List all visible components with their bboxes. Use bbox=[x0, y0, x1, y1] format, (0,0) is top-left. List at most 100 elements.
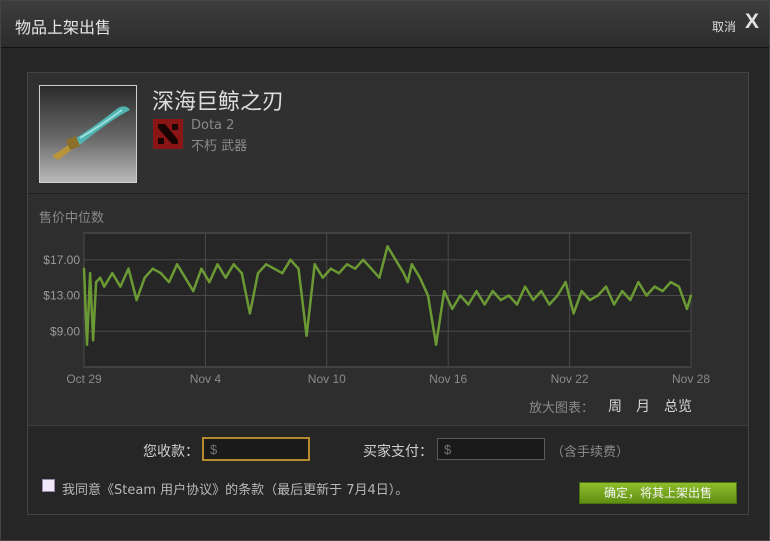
item-thumbnail bbox=[39, 85, 137, 183]
item-name: 深海巨鲸之刃 bbox=[152, 90, 285, 115]
chart-data-point bbox=[289, 258, 292, 261]
chart-x-tick-label: Nov 4 bbox=[190, 372, 222, 386]
zoom-controls: 放大图表： 周 月 总览 bbox=[28, 397, 748, 417]
chart-plot-area bbox=[83, 232, 692, 368]
chart-data-point bbox=[192, 289, 195, 293]
chart-data-point bbox=[588, 298, 592, 302]
chart-data-point bbox=[394, 258, 397, 261]
buyer-pays-label: 买家支付： bbox=[363, 444, 433, 460]
zoom-week-button[interactable]: 周 bbox=[608, 396, 622, 416]
chart-x-tick-label: Nov 16 bbox=[429, 372, 467, 386]
chart-data-point bbox=[386, 245, 389, 248]
receive-label: 您收款： bbox=[143, 444, 199, 460]
chart-data-point bbox=[88, 272, 92, 275]
chart-data-point bbox=[661, 289, 664, 293]
chart-data-point bbox=[85, 343, 89, 346]
cancel-link[interactable]: 取消 bbox=[712, 18, 736, 35]
chart-data-point bbox=[256, 272, 260, 275]
chart-data-point bbox=[475, 289, 478, 293]
chart-data-point bbox=[98, 276, 102, 279]
dota2-logo-icon bbox=[152, 118, 184, 150]
chart-data-point bbox=[135, 298, 138, 302]
chart-data-point bbox=[272, 267, 276, 270]
chart-data-point bbox=[232, 263, 235, 266]
chart-data-point bbox=[264, 263, 268, 266]
chart-data-point bbox=[499, 298, 503, 302]
chart-x-tick-label: Nov 22 bbox=[551, 372, 589, 386]
chart-data-point bbox=[362, 258, 365, 261]
chart-data-point bbox=[175, 263, 179, 266]
chart-data-point bbox=[167, 280, 171, 284]
chart-data-point bbox=[248, 312, 252, 315]
sell-item-dialog: 物品上架出售 取消 X 深海巨鲸之刃 Dota 2 不朽 武器 售价中位数 Oc… bbox=[0, 0, 770, 541]
chart-data-point bbox=[653, 285, 656, 288]
chart-data-point bbox=[540, 289, 543, 293]
chart-data-point bbox=[183, 276, 187, 279]
chart-data-point bbox=[442, 289, 446, 293]
chart-data-point bbox=[143, 276, 146, 279]
chart-data-point bbox=[418, 276, 422, 279]
chart-data-point bbox=[637, 280, 640, 284]
chart-data-point bbox=[507, 294, 511, 297]
chart-data-point bbox=[491, 289, 494, 293]
chart-data-point bbox=[580, 289, 583, 293]
chart-data-point bbox=[345, 263, 349, 266]
chart-data-point bbox=[426, 294, 430, 297]
dialog-titlebar: 物品上架出售 取消 X bbox=[1, 1, 769, 48]
chart-data-point bbox=[281, 272, 284, 275]
chart-data-point bbox=[402, 272, 405, 275]
chart-data-point bbox=[305, 334, 308, 337]
chart-data-point bbox=[313, 263, 316, 266]
chart-data-point bbox=[297, 267, 300, 270]
chart-data-point bbox=[159, 272, 163, 275]
receive-amount-input[interactable] bbox=[202, 437, 310, 461]
chart-data-point bbox=[612, 303, 616, 306]
sell-panel: 深海巨鲸之刃 Dota 2 不朽 武器 售价中位数 Oct 29 Nov 4 Nov… bbox=[27, 72, 749, 515]
chart-data-point bbox=[677, 285, 681, 288]
chart-data-point bbox=[370, 267, 373, 270]
blade-icon bbox=[52, 106, 130, 160]
game-name: Dota 2 bbox=[191, 118, 235, 133]
chart-data-point bbox=[353, 267, 357, 270]
chart-data-point bbox=[337, 272, 341, 275]
chart-x-tick-label: Oct 29 bbox=[66, 372, 102, 386]
item-type: 不朽 武器 bbox=[191, 139, 248, 154]
close-icon[interactable]: X bbox=[745, 10, 759, 34]
chart-data-point bbox=[329, 267, 333, 270]
chart-data-point bbox=[91, 339, 95, 342]
buyer-pays-input[interactable] bbox=[437, 438, 545, 460]
median-price-chart: Oct 29 Nov 4 Nov 10 Nov 16 Nov 22 Nov 28 $9.00… bbox=[43, 232, 710, 386]
item-info: 深海巨鲸之刃 Dota 2 不朽 武器 bbox=[28, 73, 748, 194]
agree-checkbox[interactable] bbox=[42, 479, 55, 492]
chart-data-point bbox=[410, 263, 413, 266]
chart-data-point bbox=[459, 294, 462, 297]
chart-x-tick-label: Nov 28 bbox=[672, 372, 710, 386]
chart-data-point bbox=[406, 280, 409, 284]
zoom-month-button[interactable]: 月 bbox=[636, 396, 650, 416]
chart-x-tick-label: Nov 10 bbox=[308, 372, 346, 386]
chart-data-point bbox=[151, 267, 154, 270]
chart-data-point bbox=[669, 280, 672, 284]
chart-data-point bbox=[434, 343, 438, 346]
chart-data-point bbox=[119, 285, 122, 288]
chart-data-point bbox=[216, 263, 219, 266]
chart-data-point bbox=[111, 272, 114, 275]
chart-data-point bbox=[564, 280, 567, 284]
chart-data-point bbox=[451, 307, 454, 311]
agree-text: 我同意《Steam 用户协议》的条款（最后更新于 7月4日）。 bbox=[62, 483, 409, 498]
price-form: 您收款： 买家支付： （含手续费） 我同意《Steam 用户协议》的条款（最后更… bbox=[28, 425, 748, 514]
chart-data-point bbox=[531, 298, 535, 302]
zoom-label: 放大图表： bbox=[529, 401, 595, 416]
chart-data-point bbox=[208, 280, 211, 284]
chart-data-point bbox=[548, 303, 551, 306]
chart-data-point bbox=[127, 267, 130, 270]
chart-data-point bbox=[103, 285, 106, 288]
chart-data-point bbox=[572, 312, 575, 315]
confirm-list-button[interactable]: 确定，将其上架出售 bbox=[579, 482, 737, 504]
fee-note: （含手续费） bbox=[551, 445, 630, 460]
zoom-all-button[interactable]: 总览 bbox=[664, 396, 692, 416]
chart-data-point bbox=[621, 289, 624, 293]
chart-data-point bbox=[467, 303, 470, 306]
dialog-title: 物品上架出售 bbox=[15, 18, 112, 37]
chart-data-point bbox=[82, 267, 86, 270]
